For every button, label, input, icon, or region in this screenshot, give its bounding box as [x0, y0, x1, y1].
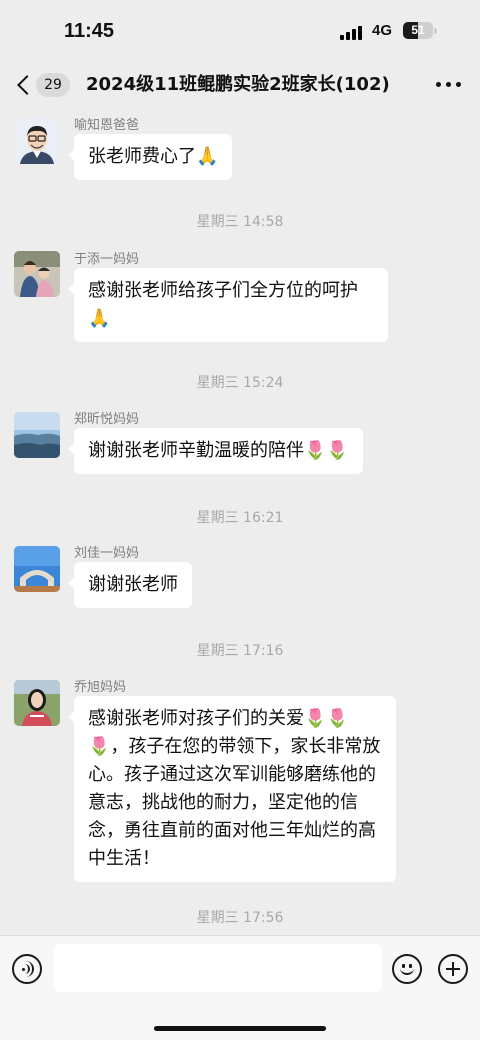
message-bubble[interactable]: 感谢张老师给孩子们全方位的呵护🙏: [68, 268, 388, 342]
voice-icon[interactable]: [12, 954, 42, 984]
sender-name: 刘佳一妈妈: [74, 546, 140, 561]
message-timestamp: 星期三 15:24: [196, 375, 284, 391]
avatar-cartoon-man[interactable]: [14, 118, 60, 164]
network-type: 4G: [372, 22, 393, 39]
message-timestamp: 星期三 17:16: [196, 643, 284, 659]
sender-name: 郑昕悦妈妈: [74, 412, 140, 427]
status-time: 11:45: [64, 20, 115, 42]
message-input[interactable]: [54, 944, 382, 992]
plus-icon[interactable]: [438, 954, 468, 984]
avatar-woman-portrait[interactable]: [14, 680, 60, 726]
message-timestamp: 星期三 14:58: [196, 214, 284, 230]
status-bar: 11:45 4G 51: [0, 0, 480, 60]
battery-icon: 51: [403, 22, 433, 39]
chat-title: 2024级11班鲲鹏实验2班家长(102): [86, 74, 390, 95]
sender-name: 喻知恩爸爸: [74, 118, 140, 133]
message-bubble[interactable]: 张老师费心了🙏: [67, 134, 233, 180]
avatar-blue-sky-arch[interactable]: [14, 546, 60, 592]
emoji-icon[interactable]: [392, 954, 422, 984]
message-bubble[interactable]: 感谢张老师对孩子们的关爱🌷🌷🌷，孩子在您的带领下，家长非常放心。孩子通过这次军训…: [68, 696, 396, 882]
more-dots-icon[interactable]: [436, 82, 462, 88]
battery-level: 51: [411, 23, 425, 37]
message-list[interactable]: 喻知恩爸爸 张老师费心了🙏 星期三 14:58 于添一妈妈 感谢张老师给孩子们全…: [0, 110, 480, 935]
input-bar: [0, 935, 480, 1040]
avatar-mother-child[interactable]: [14, 251, 60, 297]
unread-count-badge[interactable]: 29: [36, 73, 70, 97]
back-chevron-icon[interactable]: [12, 72, 34, 98]
battery-cap: [434, 28, 437, 34]
message-bubble[interactable]: 谢谢张老师辛勤温暖的陪伴🌷🌷: [68, 428, 363, 474]
message-timestamp: 星期三 17:56: [196, 910, 284, 926]
signal-icon: [340, 24, 366, 40]
message-bubble[interactable]: 谢谢张老师: [68, 562, 192, 608]
avatar-landscape-sky[interactable]: [14, 412, 60, 458]
sender-name: 乔旭妈妈: [74, 680, 127, 695]
sender-name: 于添一妈妈: [74, 252, 140, 267]
message-timestamp: 星期三 16:21: [196, 510, 284, 526]
home-indicator: [154, 1026, 326, 1031]
chat-header: 29 2024级11班鲲鹏实验2班家长(102): [0, 60, 480, 110]
